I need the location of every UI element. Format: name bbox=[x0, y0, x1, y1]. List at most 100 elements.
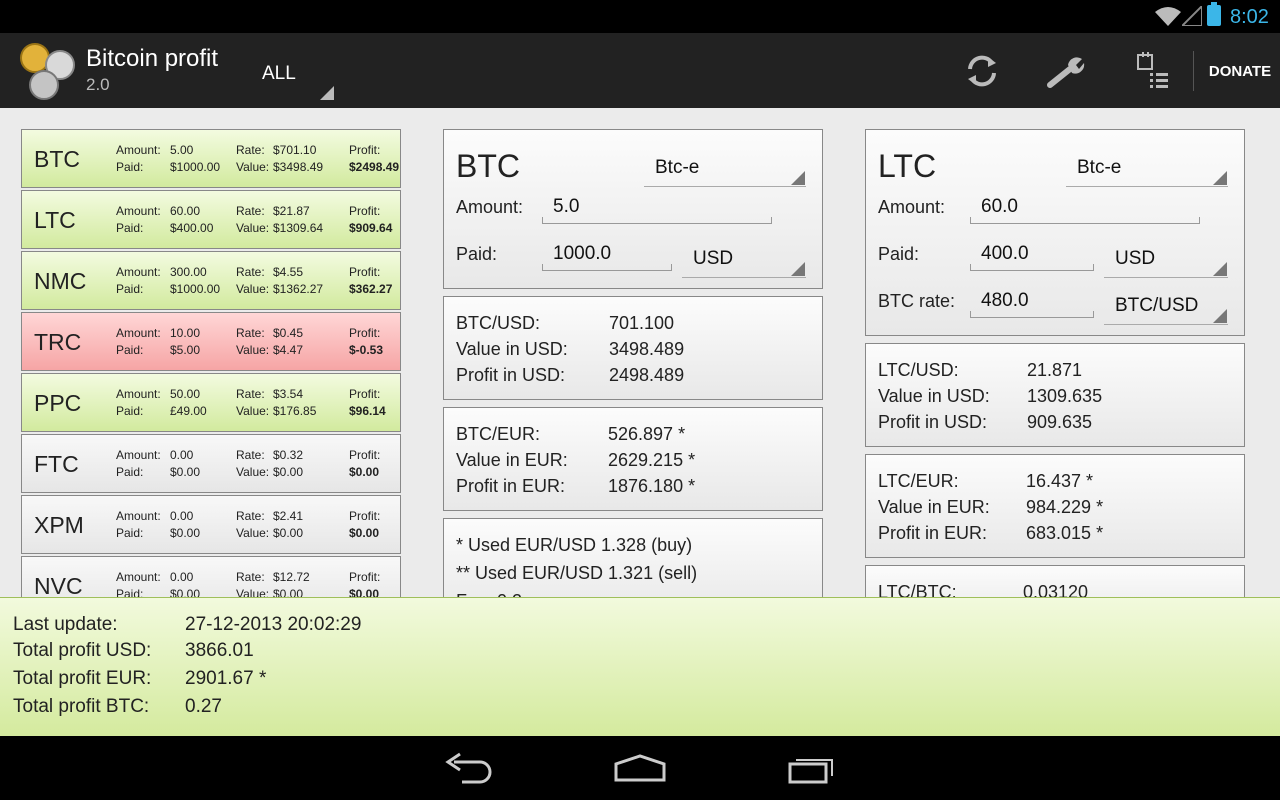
coin-paid: $0.00 bbox=[170, 465, 201, 479]
coin-paid-label: Paid: bbox=[116, 343, 144, 357]
donate-button[interactable]: DONATE bbox=[1200, 59, 1280, 85]
ltc-usd-value-label: Value in USD: bbox=[878, 386, 990, 406]
coin-rate-label: Rate: bbox=[236, 570, 265, 584]
coin-value: $4.47 bbox=[273, 343, 304, 357]
btc-input-panel: BTC Btc-e Amount: 5.0 Paid: 1000.0 USD bbox=[443, 129, 823, 289]
wifi-icon bbox=[1155, 7, 1181, 26]
coin-rate: $12.72 bbox=[273, 570, 310, 584]
wrench-icon[interactable] bbox=[1046, 51, 1086, 91]
ltc-btc-pair-dropdown[interactable]: BTC/USD bbox=[1104, 287, 1228, 325]
app-title: Bitcoin profit bbox=[86, 45, 219, 72]
btc-paid-label: Paid: bbox=[456, 244, 498, 264]
coin-profit: $0.00 bbox=[349, 526, 380, 540]
back-icon[interactable] bbox=[440, 748, 500, 788]
battery-icon bbox=[1207, 2, 1221, 26]
coin-row-ppc[interactable]: PPC Amount: 50.00 Paid: £49.00 Rate: $3.54 Valu… bbox=[21, 373, 401, 432]
btc-paid-value: 1000.0 bbox=[553, 243, 612, 264]
ltc-eur-rate-label: LTC/EUR: bbox=[878, 471, 959, 491]
ltc-usd-profit: 909.635 bbox=[1027, 412, 1093, 432]
coin-filter-dropdown[interactable]: ALL bbox=[250, 47, 336, 101]
coin-row-nmc[interactable]: NMC Amount: 300.00 Paid: $1000.00 Rate: $4.55 V… bbox=[21, 251, 401, 310]
coin-profit: $909.64 bbox=[349, 221, 393, 235]
coin-value-label: Value: bbox=[236, 526, 270, 540]
ltc-btc-pair-value: BTC/USD bbox=[1115, 295, 1199, 316]
coin-amount: 5.00 bbox=[170, 143, 194, 157]
coin-rate-label: Rate: bbox=[236, 143, 265, 157]
coins-logo-icon[interactable] bbox=[18, 40, 80, 102]
coin-rate-label: Rate: bbox=[236, 509, 265, 523]
dropdown-arrow-icon bbox=[791, 262, 805, 276]
ltc-usd-profit-label: Profit in USD: bbox=[878, 412, 988, 432]
coin-symbol: XPM bbox=[34, 512, 84, 538]
coin-rate-label: Rate: bbox=[236, 204, 265, 218]
calendar-list-icon[interactable] bbox=[1134, 51, 1174, 91]
coin-amount-label: Amount: bbox=[116, 265, 161, 279]
btc-usd-panel: BTC/USD: 701.100 Value in USD: 3498.489 … bbox=[443, 296, 823, 400]
coin-value-label: Value: bbox=[236, 343, 270, 357]
ltc-eur-rate: 16.437 * bbox=[1026, 471, 1094, 491]
note-buy-rate: * Used EUR/USD 1.328 (buy) bbox=[456, 535, 693, 555]
coin-rate: $21.87 bbox=[273, 204, 310, 218]
ltc-exchange-value: Btc-e bbox=[1077, 157, 1122, 178]
coin-value-label: Value: bbox=[236, 221, 270, 235]
coin-paid: $400.00 bbox=[170, 221, 214, 235]
coin-profit-label: Profit: bbox=[349, 509, 381, 523]
home-icon[interactable] bbox=[610, 748, 670, 788]
coin-value-label: Value: bbox=[236, 282, 270, 296]
coin-row-xpm[interactable]: XPM Amount: 0.00 Paid: $0.00 Rate: $2.41 Value:… bbox=[21, 495, 401, 554]
coin-rate: $4.55 bbox=[273, 265, 304, 279]
coin-profit-label: Profit: bbox=[349, 448, 381, 462]
coin-value: $3498.49 bbox=[273, 160, 324, 174]
coin-paid: $0.00 bbox=[170, 526, 201, 540]
btc-eur-profit: 1876.180 * bbox=[608, 476, 696, 496]
coin-row-btc[interactable]: BTC Amount: 5.00 Paid: $1000.00 Rate: $701.10 V… bbox=[21, 129, 401, 188]
refresh-icon[interactable] bbox=[962, 51, 1002, 91]
coin-row-trc[interactable]: TRC Amount: 10.00 Paid: $5.00 Rate: $0.45 Value… bbox=[21, 312, 401, 371]
coin-symbol: NMC bbox=[34, 268, 87, 294]
btc-amount-input[interactable]: 5.0 bbox=[542, 190, 772, 224]
coin-amount-label: Amount: bbox=[116, 204, 161, 218]
btc-currency-dropdown[interactable]: USD bbox=[682, 240, 806, 278]
btc-exchange-dropdown[interactable]: Btc-e bbox=[644, 149, 806, 187]
coin-rate: $3.54 bbox=[273, 387, 304, 401]
ltc-btc-rate-input[interactable]: 480.0 bbox=[970, 284, 1094, 318]
ltc-input-panel: LTC Btc-e Amount: 60.0 Paid: 400.0 USD B… bbox=[865, 129, 1245, 336]
ltc-currency-value: USD bbox=[1115, 248, 1156, 269]
dropdown-arrow-icon bbox=[1213, 171, 1227, 185]
coin-rate: $2.41 bbox=[273, 509, 304, 523]
btc-paid-input[interactable]: 1000.0 bbox=[542, 237, 672, 271]
status-bar: 8:02 bbox=[0, 0, 1280, 33]
ltc-amount-input[interactable]: 60.0 bbox=[970, 190, 1200, 224]
coin-profit: $0.00 bbox=[349, 465, 380, 479]
coin-amount-label: Amount: bbox=[116, 326, 161, 340]
coin-row-ltc[interactable]: LTC Amount: 60.00 Paid: $400.00 Rate: $21.87 Va… bbox=[21, 190, 401, 249]
last-update-value: 27-12-2013 20:02:29 bbox=[185, 614, 362, 635]
btc-eur-rate: 526.897 * bbox=[608, 424, 686, 444]
ltc-panel-symbol: LTC bbox=[878, 148, 937, 184]
ltc-usd-rate-label: LTC/USD: bbox=[878, 360, 959, 380]
coin-rate: $701.10 bbox=[273, 143, 317, 157]
ltc-usd-value: 1309.635 bbox=[1027, 386, 1103, 406]
clock: 8:02 bbox=[1230, 6, 1269, 28]
coin-paid: $1000.00 bbox=[170, 282, 221, 296]
ltc-currency-dropdown[interactable]: USD bbox=[1104, 240, 1228, 278]
coin-rate-label: Rate: bbox=[236, 326, 265, 340]
coin-rate-label: Rate: bbox=[236, 265, 265, 279]
btc-panel-symbol: BTC bbox=[456, 148, 520, 184]
coin-value: $1309.64 bbox=[273, 221, 324, 235]
ltc-exchange-dropdown[interactable]: Btc-e bbox=[1066, 149, 1228, 187]
coin-amount: 0.00 bbox=[170, 448, 194, 462]
btc-amount-label: Amount: bbox=[456, 197, 524, 217]
total-usd-value: 3866.01 bbox=[185, 640, 254, 661]
coin-amount: 10.00 bbox=[170, 326, 201, 340]
ltc-paid-label: Paid: bbox=[878, 244, 920, 264]
ltc-usd-rate: 21.871 bbox=[1027, 360, 1083, 380]
ltc-btc-rate-value: 480.0 bbox=[981, 290, 1029, 311]
coin-paid-label: Paid: bbox=[116, 282, 144, 296]
recent-apps-icon[interactable] bbox=[782, 748, 842, 788]
ltc-paid-input[interactable]: 400.0 bbox=[970, 237, 1094, 271]
app-version: 2.0 bbox=[86, 75, 110, 94]
coin-paid-label: Paid: bbox=[116, 404, 144, 418]
btc-eur-value-label: Value in EUR: bbox=[456, 450, 568, 470]
coin-row-ftc[interactable]: FTC Amount: 0.00 Paid: $0.00 Rate: $0.32 Value:… bbox=[21, 434, 401, 493]
